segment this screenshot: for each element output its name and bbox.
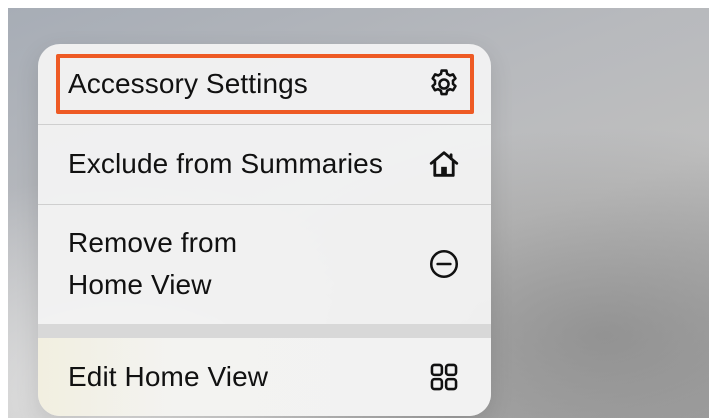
- menu-item-label: Accessory Settings: [68, 68, 308, 99]
- menu-group-divider: [38, 324, 491, 338]
- menu-item-accessory-settings[interactable]: Accessory Settings: [38, 44, 491, 124]
- minus-circle-icon: [427, 247, 461, 281]
- context-menu: Accessory Settings Exclude from Summarie…: [38, 44, 491, 416]
- home-icon: [427, 147, 461, 181]
- gear-icon: [427, 67, 461, 101]
- grid-icon: [427, 360, 461, 394]
- menu-item-edit-home-view[interactable]: Edit Home View: [38, 338, 491, 416]
- menu-item-label: Edit Home View: [68, 361, 269, 392]
- menu-item-label: Remove from Home View: [68, 227, 238, 300]
- menu-item-remove-from-home-view[interactable]: Remove from Home View: [38, 204, 491, 324]
- menu-item-exclude-from-summaries[interactable]: Exclude from Summaries: [38, 124, 491, 204]
- menu-item-label: Exclude from Summaries: [68, 148, 383, 179]
